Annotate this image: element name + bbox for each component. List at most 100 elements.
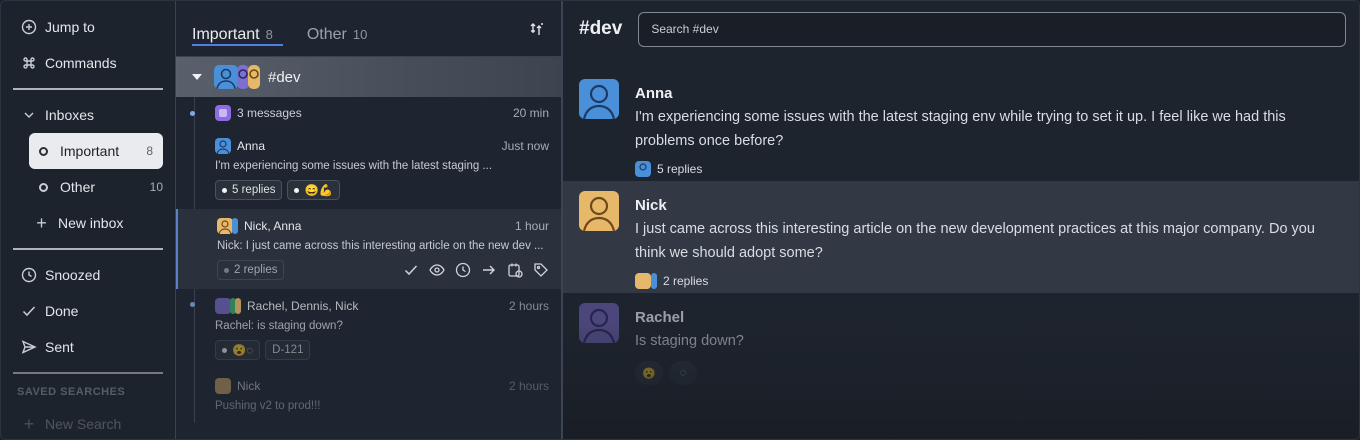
replies-count: 2 replies [663,274,709,288]
check-icon [21,303,37,319]
item-time: Just now [501,139,549,153]
item-preview: Nick: I just came across this interestin… [217,240,544,252]
sidebar-item-label: Inboxes [45,107,95,123]
sidebar-inboxes-toggle[interactable]: Inboxes [1,97,175,133]
avatar-anna [651,273,657,289]
dot-icon [222,187,227,193]
calendar-icon[interactable] [507,262,523,278]
channel-name: #dev [268,68,301,86]
reactions-chip[interactable]: 😄💪 [287,180,341,200]
snooze-clock-icon[interactable] [455,262,471,278]
reaction-chip[interactable]: ◌ [669,361,697,385]
list-item[interactable]: Nick 2 hours Pushing v2 to prod!!! [215,369,549,423]
sidebar: Jump to Commands Inboxes Important 8 Oth… [1,1,176,439]
message-text: Is staging down? [635,333,744,349]
sidebar-inbox-other[interactable]: Other 10 [1,169,175,205]
sidebar-new-inbox[interactable]: + New inbox [1,205,175,241]
message-author: Anna [635,85,673,102]
avatar-nick [579,191,619,231]
reactions-row: 😮 ◌ [635,361,1325,385]
avatar-anna [215,138,231,154]
sidebar-new-search[interactable]: + New Search [1,406,175,439]
item-time: 1 hour [514,219,549,233]
item-preview: Rachel: is staging down? [215,320,343,332]
message-nick[interactable]: Nick I just came across this interesting… [563,181,1359,293]
caret-down-icon [192,74,202,80]
list-item[interactable]: Rachel, Dennis, Nick 2 hours Rachel: is … [190,289,549,369]
avatar-nick [235,298,241,314]
replies-link[interactable]: 2 replies [635,273,1325,289]
item-actions [403,262,549,278]
avatar-anna [214,65,238,89]
plus-icon: + [23,413,35,434]
replies-chip[interactable]: 2 replies [217,260,285,280]
inbox-dot-icon [39,146,48,156]
inbox-count: 8 [146,144,153,158]
dot-icon [224,267,229,273]
replies-link[interactable]: 5 replies [635,161,1325,177]
conversation-panel: #dev Anna I'm experiencing some issues w… [563,1,1359,439]
tab-important[interactable]: Important 8 [192,26,283,56]
sidebar-item-done[interactable]: Done [1,293,175,329]
inbox-count: 10 [149,180,163,194]
sidebar-inbox-important[interactable]: Important 8 [29,133,163,169]
sidebar-item-label: Jump to [45,19,95,35]
sidebar-divider [13,372,163,374]
message-anna[interactable]: Anna I'm experiencing some issues with t… [563,69,1359,181]
messages-icon [215,105,231,121]
avatar-stack [215,298,241,314]
avatar-nick [635,273,651,289]
thread-summary-row[interactable]: 3 messages 20 min [190,97,549,129]
avatar-stack [217,218,238,234]
forward-arrow-icon[interactable] [481,262,497,278]
dot-icon [294,187,300,193]
saved-searches-heading: SAVED SEARCHES [17,386,126,398]
list-item[interactable]: Anna Just now I'm experiencing some issu… [215,129,549,209]
message-text: I'm experiencing some issues with the la… [635,109,1286,149]
sidebar-item-label: Important [60,143,120,159]
thread-list-panel: Important 8 Other 10 #dev 3 messages 20 mi… [176,1,563,439]
avatar-stack [214,65,260,89]
sort-icon[interactable] [529,21,545,37]
eye-icon[interactable] [429,262,445,278]
chevron-down-icon [21,107,37,123]
avatar-rachel [579,303,619,343]
replies-chip[interactable]: 5 replies [215,180,283,200]
chip-label: D-121 [272,344,304,356]
unread-dot [190,111,195,116]
item-sender: Anna [237,139,266,153]
list-item[interactable]: Nick, Anna 1 hour Nick: I just came acro… [176,209,561,289]
send-icon [21,339,37,355]
item-sender: Rachel, Dennis, Nick [247,299,359,313]
sidebar-divider [13,248,163,250]
sidebar-item-sent[interactable]: Sent [1,329,175,365]
chip-label: 2 replies [234,264,278,276]
reaction-chip[interactable]: 😮 [635,361,663,385]
tag-icon[interactable] [533,262,549,278]
tab-count: 8 [265,27,273,42]
issue-tag-chip[interactable]: D-121 [265,340,311,360]
sidebar-item-jump-to[interactable]: Jump to [1,9,175,45]
avatar-nick [248,65,260,89]
avatar-rachel [215,298,231,314]
tab-label: Important [192,26,260,43]
jump-to-icon [21,19,37,35]
message-rachel[interactable]: Rachel Is staging down? 😮 ◌ [563,293,1359,405]
reactions-chip[interactable]: 😮◌ [215,340,261,360]
mark-done-icon[interactable] [403,262,419,278]
channel-group-dev[interactable]: #dev [176,57,561,97]
replies-count: 5 replies [657,162,703,176]
sidebar-item-snoozed[interactable]: Snoozed [1,257,175,293]
clock-icon [21,267,37,283]
sidebar-item-label: Sent [45,339,74,355]
avatar-nick [217,218,233,234]
tab-other[interactable]: Other 10 [307,26,367,56]
app-window: Jump to Commands Inboxes Important 8 Oth… [0,0,1360,440]
chip-label: 5 replies [232,184,276,196]
avatar-anna [635,161,651,177]
sidebar-divider [13,88,163,90]
item-preview: I'm experiencing some issues with the la… [215,160,493,172]
sidebar-item-commands[interactable]: Commands [1,45,175,81]
message-author: Rachel [635,309,685,326]
search-input[interactable] [638,11,1347,47]
